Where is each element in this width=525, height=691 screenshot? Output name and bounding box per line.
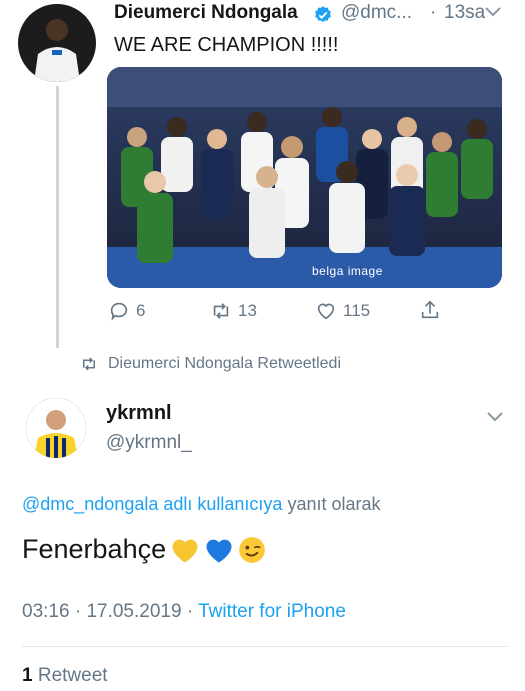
retweet-stats[interactable]: 1 Retweet — [22, 665, 108, 687]
heart-icon — [317, 303, 335, 320]
divider — [22, 646, 508, 647]
reply-count: 6 — [136, 301, 146, 320]
retweet-button[interactable]: 13 — [210, 300, 257, 322]
tweet-text: Fenerbahçe — [22, 534, 167, 564]
thread-line — [56, 86, 59, 348]
tweet-meta: 03:16 · 17.05.2019 · Twitter for iPhone — [22, 601, 346, 623]
separator-dot: · — [74, 601, 82, 622]
blue-heart-icon — [206, 539, 232, 562]
author-name[interactable]: Dieumerci Ndongala — [114, 2, 298, 24]
user-handle[interactable]: @ykrmnl_ — [106, 432, 192, 454]
retweet-count: 1 — [22, 665, 33, 686]
user-name[interactable]: ykrmnl — [106, 402, 172, 425]
replying-to-link[interactable]: @dmc_ndongala adlı kullanıcıya — [22, 494, 282, 514]
share-icon — [421, 300, 439, 319]
replying-to: @dmc_ndongala adlı kullanıcıya yanıt ola… — [22, 494, 381, 515]
winking-face-icon — [239, 536, 265, 563]
verified-badge-icon — [315, 6, 331, 23]
author-handle[interactable]: @dmc... — [341, 2, 412, 24]
reply-button[interactable]: 6 — [108, 300, 145, 322]
retweet-icon — [83, 357, 95, 371]
user-avatar[interactable] — [26, 398, 86, 458]
separator-dot: · — [186, 601, 194, 622]
tweet-text: WE ARE CHAMPION !!!!! — [114, 34, 339, 56]
retweet-label: Retweet — [37, 665, 108, 686]
author-avatar[interactable] — [18, 4, 96, 82]
like-count: 115 — [343, 301, 371, 320]
share-button[interactable] — [419, 299, 441, 321]
tweet-photo[interactable] — [107, 67, 502, 288]
tweet-time: 03:16 — [22, 601, 70, 622]
tweet-time[interactable]: 13sa — [444, 2, 485, 24]
retweet-notice[interactable]: Dieumerci Ndongala Retweetledi — [80, 355, 341, 373]
yellow-heart-icon — [172, 539, 198, 562]
retweet-icon — [213, 303, 229, 319]
tweet-date: 17.05.2019 — [86, 601, 182, 622]
tweet-source-link[interactable]: Twitter for iPhone — [198, 601, 346, 622]
like-button[interactable]: 115 — [315, 300, 370, 322]
reply-icon — [110, 302, 128, 321]
retweet-notice-text: Dieumerci Ndongala Retweetledi — [108, 355, 342, 372]
chevron-down-icon[interactable] — [484, 5, 502, 19]
replying-suffix: yanıt olarak — [287, 494, 381, 514]
photo-watermark: belga image — [312, 264, 383, 278]
retweet-count: 13 — [238, 301, 257, 320]
tweet-body: Fenerbahçe — [22, 534, 266, 565]
chevron-down-icon[interactable] — [486, 410, 504, 424]
separator-dot: · — [430, 2, 437, 23]
